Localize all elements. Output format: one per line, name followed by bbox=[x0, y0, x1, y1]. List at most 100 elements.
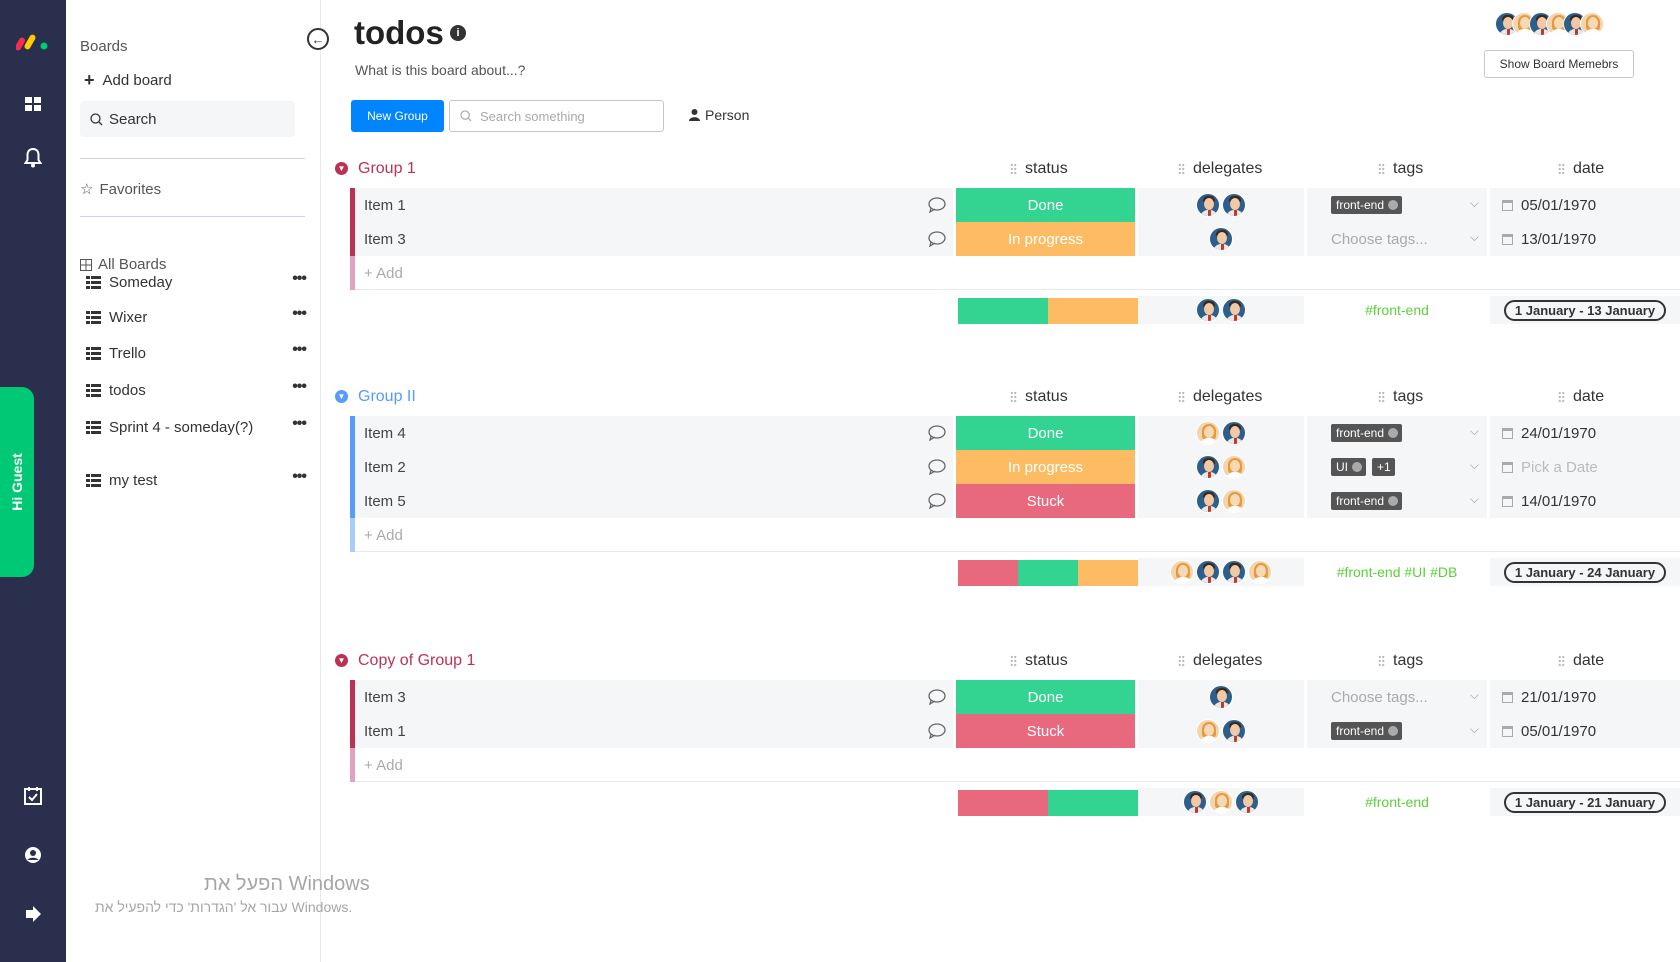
column-header-status[interactable]: status bbox=[1010, 160, 1068, 178]
drag-handle-icon[interactable] bbox=[1378, 655, 1385, 667]
show-board-members-button[interactable]: Show Board Memebrs bbox=[1484, 50, 1634, 78]
drag-handle-icon[interactable] bbox=[1378, 163, 1385, 175]
new-group-button[interactable]: New Group bbox=[351, 100, 444, 132]
comment-icon[interactable] bbox=[928, 425, 946, 441]
column-header-date[interactable]: date bbox=[1558, 160, 1604, 178]
board-members-avatars[interactable] bbox=[1495, 12, 1604, 36]
column-header-date[interactable]: date bbox=[1558, 652, 1604, 670]
column-header-delegates[interactable]: delegates bbox=[1178, 388, 1262, 406]
remove-tag-icon[interactable] bbox=[1388, 428, 1399, 438]
delegates-cell[interactable] bbox=[1138, 680, 1304, 714]
board-title[interactable]: todos bbox=[354, 14, 444, 52]
tag[interactable]: front-end bbox=[1331, 424, 1403, 442]
drag-handle-icon[interactable] bbox=[1178, 163, 1185, 175]
board-item-todos[interactable]: todos ••• bbox=[86, 378, 307, 402]
chevron-down-icon[interactable]: ▼ bbox=[335, 390, 348, 403]
column-header-status[interactable]: status bbox=[1010, 388, 1068, 406]
group-name[interactable]: Group II bbox=[358, 388, 416, 406]
favorites-link[interactable]: ☆ Favorites bbox=[80, 180, 161, 199]
tag[interactable]: front-end bbox=[1331, 722, 1403, 740]
board-item-wixer[interactable]: Wixer ••• bbox=[86, 305, 307, 329]
column-header-tags[interactable]: tags bbox=[1378, 160, 1423, 178]
item-name[interactable]: Item 4 bbox=[350, 416, 953, 450]
tag[interactable]: front-end bbox=[1331, 196, 1403, 214]
column-header-delegates[interactable]: delegates bbox=[1178, 652, 1262, 670]
tags-cell[interactable]: front-end ⌵ bbox=[1307, 416, 1487, 450]
tags-cell[interactable]: front-end ⌵ bbox=[1307, 484, 1487, 518]
item-name[interactable]: Item 5 bbox=[350, 484, 953, 518]
chevron-down-icon[interactable]: ⌵ bbox=[1470, 688, 1479, 703]
status-cell[interactable]: Stuck bbox=[956, 714, 1135, 748]
tags-cell[interactable]: Choose tags... ⌵ bbox=[1307, 222, 1487, 256]
column-header-tags[interactable]: tags bbox=[1378, 388, 1423, 406]
column-header-delegates[interactable]: delegates bbox=[1178, 160, 1262, 178]
date-cell[interactable]: Pick a Date bbox=[1490, 450, 1680, 484]
add-item-input[interactable]: + Add bbox=[350, 256, 403, 290]
group-name[interactable]: Copy of Group 1 bbox=[358, 652, 475, 670]
comment-icon[interactable] bbox=[928, 231, 946, 247]
person-filter[interactable]: Person bbox=[689, 107, 749, 123]
column-header-tags[interactable]: tags bbox=[1378, 652, 1423, 670]
sidebar-search[interactable]: Search bbox=[80, 101, 295, 137]
tag[interactable]: front-end bbox=[1331, 492, 1403, 510]
more-options-icon[interactable]: ••• bbox=[292, 305, 307, 323]
tags-cell[interactable]: front-end ⌵ bbox=[1307, 714, 1487, 748]
drag-handle-icon[interactable] bbox=[1178, 391, 1185, 403]
status-cell[interactable]: Done bbox=[956, 680, 1135, 714]
delegates-cell[interactable] bbox=[1138, 714, 1304, 748]
group-name[interactable]: Group 1 bbox=[358, 160, 416, 178]
date-cell[interactable]: 14/01/1970 bbox=[1490, 484, 1680, 518]
delegates-cell[interactable] bbox=[1138, 222, 1304, 256]
status-cell[interactable]: Done bbox=[956, 416, 1135, 450]
drag-handle-icon[interactable] bbox=[1558, 163, 1565, 175]
date-cell[interactable]: 05/01/1970 bbox=[1490, 714, 1680, 748]
item-name[interactable]: Item 3 bbox=[350, 680, 953, 714]
more-options-icon[interactable]: ••• bbox=[292, 468, 307, 486]
drag-handle-icon[interactable] bbox=[1010, 163, 1017, 175]
more-tags-badge[interactable]: +1 bbox=[1372, 458, 1395, 476]
search-input[interactable] bbox=[480, 108, 650, 124]
more-options-icon[interactable]: ••• bbox=[292, 415, 307, 433]
drag-handle-icon[interactable] bbox=[1010, 655, 1017, 667]
date-cell[interactable]: 05/01/1970 bbox=[1490, 188, 1680, 222]
add-item-input[interactable]: + Add bbox=[350, 518, 403, 552]
chevron-down-icon[interactable]: ▼ bbox=[335, 162, 348, 175]
bell-icon[interactable] bbox=[21, 146, 45, 170]
drag-handle-icon[interactable] bbox=[1178, 655, 1185, 667]
board-item-trello[interactable]: Trello ••• bbox=[86, 341, 307, 365]
date-cell[interactable]: 13/01/1970 bbox=[1490, 222, 1680, 256]
remove-tag-icon[interactable] bbox=[1388, 726, 1399, 736]
board-item-sprint-4[interactable]: Sprint 4 - someday(?) ••• bbox=[86, 415, 307, 439]
calendar-check-icon[interactable] bbox=[21, 784, 45, 808]
date-cell[interactable]: 21/01/1970 bbox=[1490, 680, 1680, 714]
delegates-cell[interactable] bbox=[1138, 450, 1304, 484]
add-item-input[interactable]: + Add bbox=[350, 748, 403, 782]
delegates-cell[interactable] bbox=[1138, 484, 1304, 518]
chevron-down-icon[interactable]: ⌵ bbox=[1470, 230, 1479, 245]
board-item-someday[interactable]: Someday ••• bbox=[86, 270, 307, 294]
remove-tag-icon[interactable] bbox=[1388, 496, 1399, 506]
tags-cell[interactable]: front-end ⌵ bbox=[1307, 188, 1487, 222]
drag-handle-icon[interactable] bbox=[1558, 391, 1565, 403]
chevron-down-icon[interactable]: ⌵ bbox=[1470, 458, 1479, 473]
item-name[interactable]: Item 3 bbox=[350, 222, 953, 256]
drag-handle-icon[interactable] bbox=[1378, 391, 1385, 403]
workspace-grid-icon[interactable] bbox=[21, 92, 45, 116]
remove-tag-icon[interactable] bbox=[1388, 200, 1399, 210]
drag-handle-icon[interactable] bbox=[1010, 391, 1017, 403]
tags-cell[interactable]: UI +1 ⌵ bbox=[1307, 450, 1487, 484]
comment-icon[interactable] bbox=[928, 459, 946, 475]
drag-handle-icon[interactable] bbox=[1558, 655, 1565, 667]
more-options-icon[interactable]: ••• bbox=[292, 270, 307, 288]
status-cell[interactable]: In progress bbox=[956, 222, 1135, 256]
comment-icon[interactable] bbox=[928, 723, 946, 739]
status-cell[interactable]: Done bbox=[956, 188, 1135, 222]
tags-cell[interactable]: Choose tags... ⌵ bbox=[1307, 680, 1487, 714]
more-options-icon[interactable]: ••• bbox=[292, 341, 307, 359]
monday-logo-icon[interactable] bbox=[16, 30, 50, 52]
chevron-down-icon[interactable]: ⌵ bbox=[1470, 424, 1479, 439]
comment-icon[interactable] bbox=[928, 493, 946, 509]
delegates-cell[interactable] bbox=[1138, 188, 1304, 222]
chevron-down-icon[interactable]: ⌵ bbox=[1470, 722, 1479, 737]
status-cell[interactable]: Stuck bbox=[956, 484, 1135, 518]
